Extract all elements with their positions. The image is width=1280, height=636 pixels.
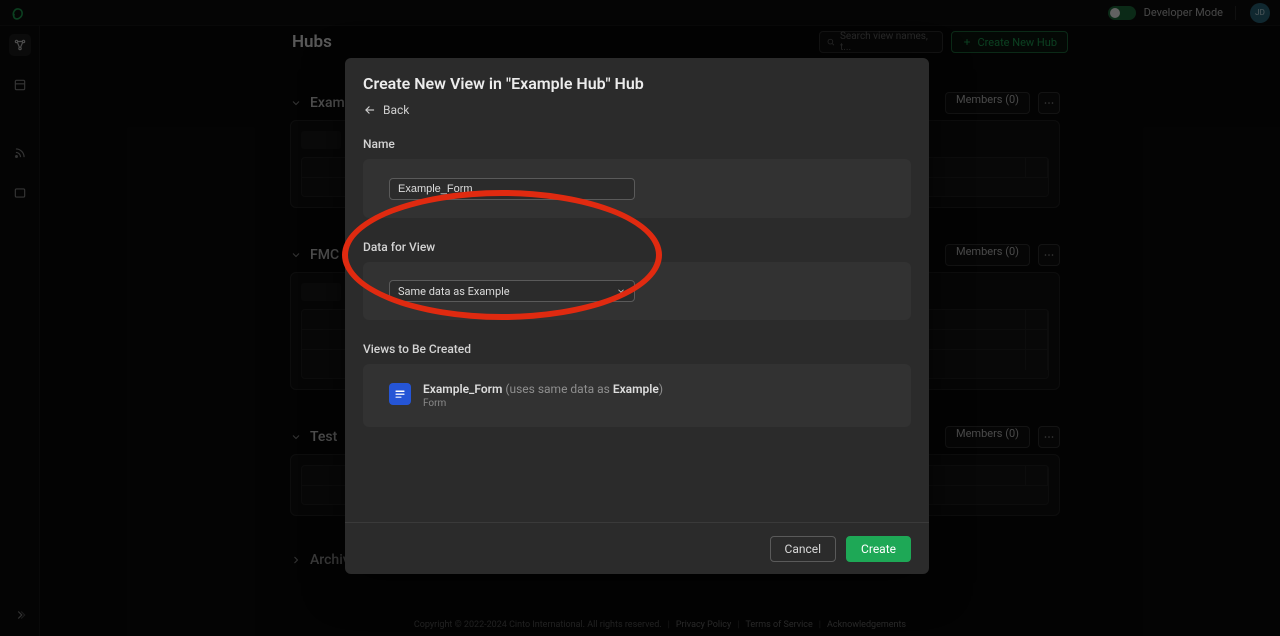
view-to-create-item: Example_Form (uses same data as Example)…: [389, 382, 885, 409]
view-item-uses-prefix: (uses same data as: [502, 382, 612, 396]
view-item-name: Example_Form: [423, 382, 502, 396]
modal-body: Name Data for View Same data as Example …: [345, 127, 929, 522]
back-label: Back: [383, 103, 409, 117]
cancel-button[interactable]: Cancel: [770, 536, 837, 562]
back-button[interactable]: Back: [363, 103, 911, 117]
name-field-card: [363, 159, 911, 218]
view-name-input[interactable]: [389, 178, 635, 200]
view-item-uses-bold: Example: [613, 382, 659, 396]
view-item-type: Form: [423, 398, 663, 409]
create-button[interactable]: Create: [846, 536, 911, 562]
views-created-label: Views to Be Created: [363, 342, 911, 356]
view-item-uses-suffix: ): [659, 382, 663, 396]
create-view-modal: Create New View in "Example Hub" Hub Bac…: [345, 58, 929, 574]
data-field-label: Data for View: [363, 240, 911, 254]
modal-title: Create New View in "Example Hub" Hub: [363, 74, 911, 93]
modal-footer: Cancel Create: [345, 522, 929, 574]
view-item-title: Example_Form (uses same data as Example): [423, 382, 663, 396]
name-field-label: Name: [363, 137, 911, 151]
data-select-value: Same data as Example: [398, 285, 510, 298]
data-field-card: Same data as Example: [363, 262, 911, 320]
arrow-left-icon: [363, 103, 377, 117]
views-created-card: Example_Form (uses same data as Example)…: [363, 364, 911, 427]
chevron-down-icon: [616, 286, 626, 296]
form-view-icon: [389, 383, 411, 405]
modal-header: Create New View in "Example Hub" Hub Bac…: [345, 58, 929, 127]
data-for-view-select[interactable]: Same data as Example: [389, 280, 635, 302]
app-root: Developer Mode JD Hubs: [0, 0, 1280, 636]
